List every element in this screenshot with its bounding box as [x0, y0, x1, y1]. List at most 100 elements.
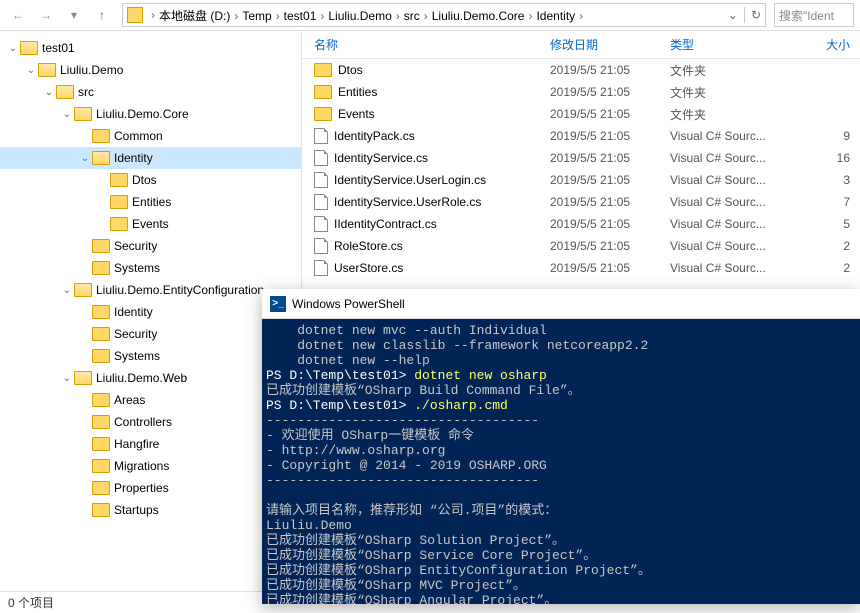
file-date: 2019/5/5 21:05 [550, 239, 670, 253]
tree-item[interactable]: Migrations [0, 455, 301, 477]
tree-item[interactable]: Systems [0, 345, 301, 367]
file-name: IdentityService.cs [334, 151, 428, 165]
tree-item[interactable]: Entities [0, 191, 301, 213]
list-item[interactable]: IdentityService.UserLogin.cs2019/5/5 21:… [302, 169, 860, 191]
search-input[interactable]: 搜索"Ident [774, 3, 854, 27]
list-item[interactable]: IdentityPack.cs2019/5/5 21:05Visual C# S… [302, 125, 860, 147]
folder-icon [38, 63, 56, 77]
tree-item[interactable]: Controllers [0, 411, 301, 433]
col-type[interactable]: 类型 [670, 36, 798, 53]
chevron-right-icon: › [392, 9, 404, 23]
file-size: 16 [798, 151, 858, 165]
file-name: RoleStore.cs [334, 239, 403, 253]
back-button[interactable]: ← [6, 3, 30, 27]
tree-item[interactable]: ⌄ Liuliu.Demo.Web [0, 367, 301, 389]
tree-label: src [78, 85, 94, 99]
recent-drop[interactable]: ▾ [62, 3, 86, 27]
folder-icon [92, 239, 110, 253]
file-icon [314, 150, 328, 166]
folder-icon [20, 41, 38, 55]
file-date: 2019/5/5 21:05 [550, 261, 670, 275]
breadcrumb-part[interactable]: Liuliu.Demo [328, 9, 391, 23]
list-item[interactable]: Dtos2019/5/5 21:05文件夹 [302, 59, 860, 81]
breadcrumb-part[interactable]: Liuliu.Demo.Core [432, 9, 525, 23]
up-button[interactable]: ↑ [90, 3, 114, 27]
tree-label: Liuliu.Demo.Web [96, 371, 187, 385]
col-date[interactable]: 修改日期 [550, 36, 670, 53]
list-item[interactable]: IdentityService.UserRole.cs2019/5/5 21:0… [302, 191, 860, 213]
breadcrumb-part[interactable]: Identity [536, 9, 575, 23]
chevron-down-icon[interactable]: ⌄ [60, 285, 74, 296]
powershell-titlebar[interactable]: >_ Windows PowerShell [262, 289, 860, 319]
list-item[interactable]: UserStore.cs2019/5/5 21:05Visual C# Sour… [302, 257, 860, 279]
breadcrumb-part[interactable]: test01 [284, 9, 317, 23]
file-name: IIdentityContract.cs [334, 217, 437, 231]
chevron-right-icon: › [575, 9, 587, 23]
tree-item[interactable]: ⌄ src [0, 81, 301, 103]
refresh-icon[interactable]: ↻ [751, 8, 761, 22]
col-name[interactable]: 名称 [314, 36, 550, 53]
tree-item[interactable]: ⌄Identity [0, 147, 301, 169]
list-item[interactable]: RoleStore.cs2019/5/5 21:05Visual C# Sour… [302, 235, 860, 257]
list-item[interactable]: IIdentityContract.cs2019/5/5 21:05Visual… [302, 213, 860, 235]
powershell-window[interactable]: >_ Windows PowerShell dotnet new mvc --a… [262, 289, 860, 604]
chevron-down-icon[interactable]: ⌄ [6, 43, 20, 54]
folder-icon [314, 63, 332, 77]
list-item[interactable]: Events2019/5/5 21:05文件夹 [302, 103, 860, 125]
tree-item[interactable]: ⌄test01 [0, 37, 301, 59]
chevron-down-icon[interactable]: ⌄ [60, 373, 74, 384]
tree-item[interactable]: Security [0, 235, 301, 257]
tree-item[interactable]: Events [0, 213, 301, 235]
tree-label: Areas [114, 393, 145, 407]
breadcrumb-part[interactable]: src [404, 9, 420, 23]
folder-icon [110, 217, 128, 231]
file-icon [314, 194, 328, 210]
tree-label: Events [132, 217, 169, 231]
tree-item[interactable]: Properties [0, 477, 301, 499]
folder-icon [314, 85, 332, 99]
list-item[interactable]: Entities2019/5/5 21:05文件夹 [302, 81, 860, 103]
tree-item[interactable]: Hangfire [0, 433, 301, 455]
tree-item[interactable]: Security [0, 323, 301, 345]
file-size: 2 [798, 239, 858, 253]
folder-tree[interactable]: ⌄test01⌄Liuliu.Demo⌄src⌄Liuliu.Demo.Core… [0, 31, 302, 591]
tree-item[interactable]: ⌄Liuliu.Demo.EntityConfiguration [0, 279, 301, 301]
tree-item[interactable]: ⌄Liuliu.Demo.Core [0, 103, 301, 125]
folder-icon [92, 415, 110, 429]
tree-label: Identity [114, 305, 153, 319]
tree-label: Migrations [114, 459, 169, 473]
list-header[interactable]: 名称 修改日期 类型 大小 [302, 31, 860, 59]
tree-item[interactable]: ⌄Liuliu.Demo [0, 59, 301, 81]
file-date: 2019/5/5 21:05 [550, 85, 670, 99]
tree-label: Hangfire [114, 437, 159, 451]
tree-item[interactable]: Identity [0, 301, 301, 323]
list-item[interactable]: IdentityService.cs2019/5/5 21:05Visual C… [302, 147, 860, 169]
folder-icon [110, 195, 128, 209]
folder-icon [74, 371, 92, 385]
tree-label: Common [114, 129, 163, 143]
file-type: Visual C# Sourc... [670, 217, 798, 231]
folder-icon [74, 107, 92, 121]
breadcrumb-part[interactable]: 本地磁盘 (D:) [159, 9, 230, 23]
tree-item[interactable]: Common [0, 125, 301, 147]
file-type: 文件夹 [670, 62, 798, 79]
file-date: 2019/5/5 21:05 [550, 107, 670, 121]
chevron-down-icon[interactable]: ⌄ [728, 8, 738, 22]
tree-item[interactable]: Startups [0, 499, 301, 521]
address-bar[interactable]: › 本地磁盘 (D:)›Temp›test01›Liuliu.Demo›src›… [122, 3, 766, 27]
chevron-down-icon[interactable]: ⌄ [24, 65, 38, 76]
powershell-console[interactable]: dotnet new mvc --auth Individual dotnet … [262, 319, 860, 604]
forward-button[interactable]: → [34, 3, 58, 27]
chevron-down-icon[interactable]: ⌄ [60, 109, 74, 120]
folder-icon [92, 129, 110, 143]
tree-item[interactable]: Systems [0, 257, 301, 279]
folder-icon [92, 305, 110, 319]
chevron-down-icon[interactable]: ⌄ [78, 153, 92, 164]
tree-item[interactable]: Dtos [0, 169, 301, 191]
tree-item[interactable]: Areas [0, 389, 301, 411]
tree-label: Controllers [114, 415, 172, 429]
breadcrumb-part[interactable]: Temp [242, 9, 271, 23]
file-name: Dtos [338, 63, 363, 77]
chevron-down-icon[interactable]: ⌄ [42, 87, 56, 98]
col-size[interactable]: 大小 [798, 36, 858, 53]
